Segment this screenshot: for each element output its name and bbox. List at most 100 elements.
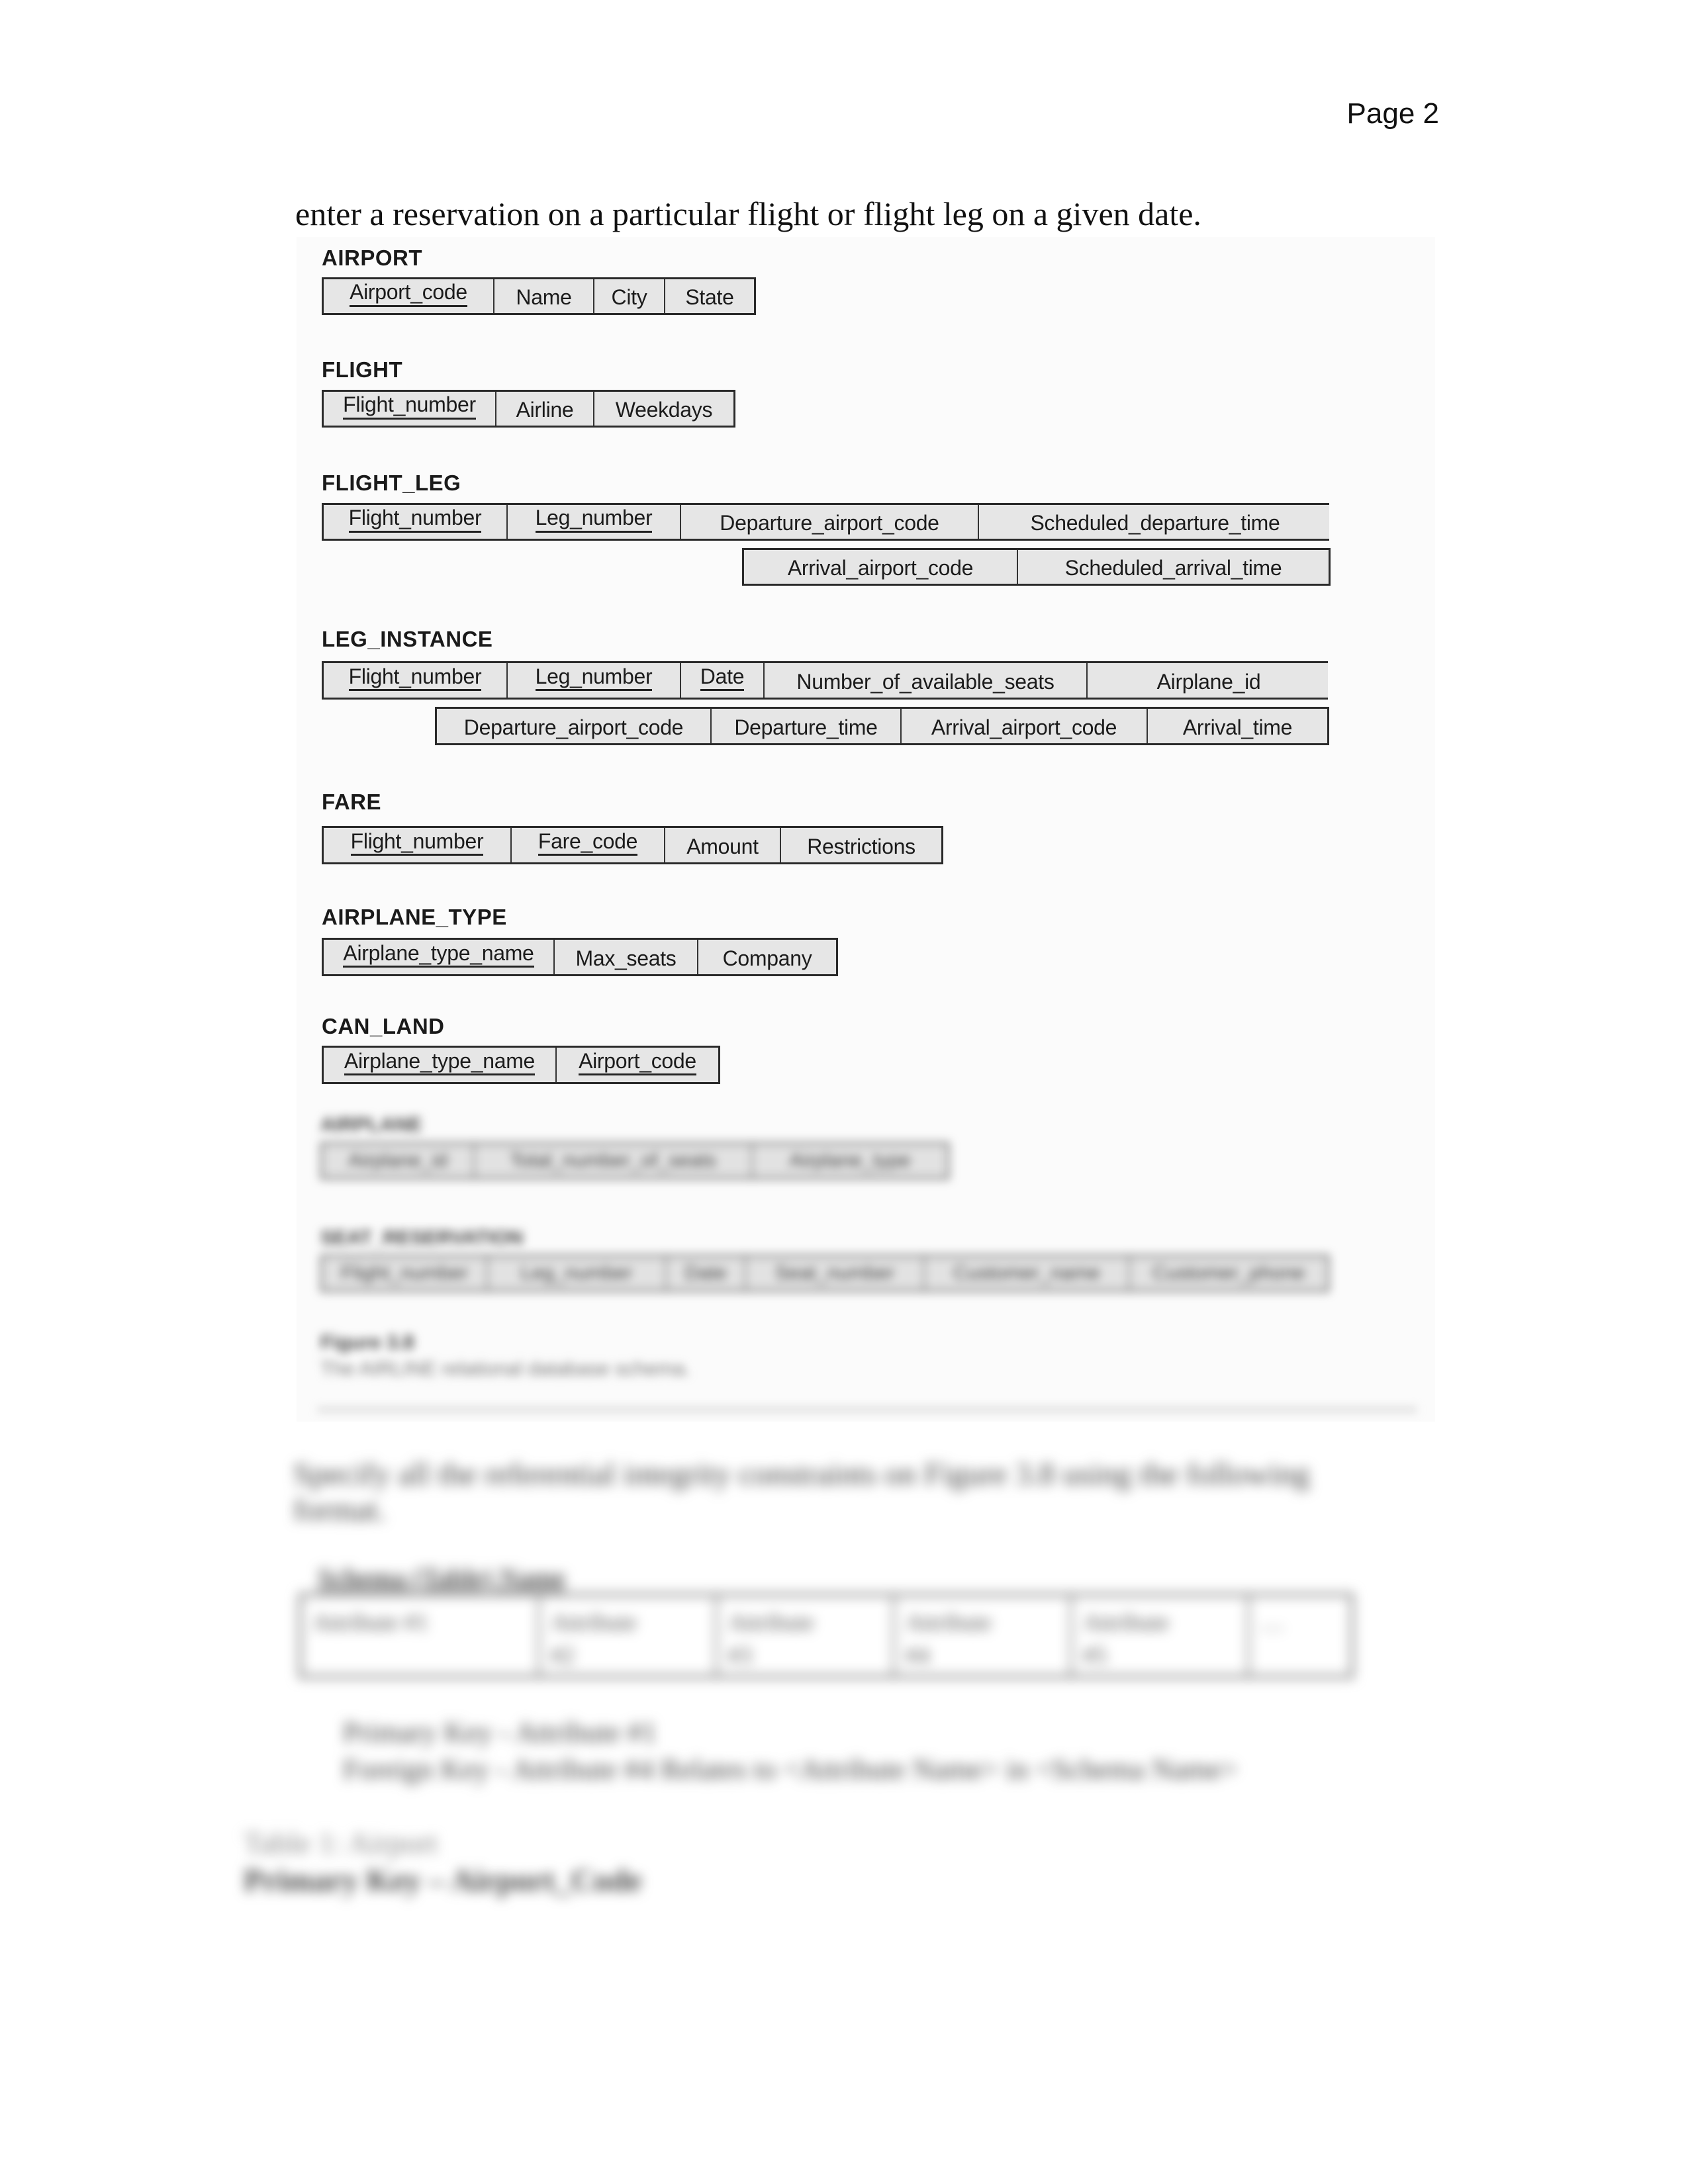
relation-name-airplane-type: AIRPLANE_TYPE xyxy=(322,905,507,929)
relation-airplane-type-row: Airplane_type_name Max_seats Company xyxy=(322,938,838,976)
attribute-label: Arrival_airport_code xyxy=(787,556,974,580)
attribute-label: Name xyxy=(516,285,572,309)
relation-name-fare: FARE xyxy=(322,790,382,814)
attribute-cell: Scheduled_departure_time xyxy=(979,505,1331,539)
primary-key-attribute: Date xyxy=(700,665,745,692)
relation-name-leg-instance: LEG_INSTANCE xyxy=(322,627,493,651)
relation-name-can-land: CAN_LAND xyxy=(322,1014,445,1038)
schema-cell-line: Attribute xyxy=(906,1609,992,1635)
relation-name-flight: FLIGHT xyxy=(322,357,403,382)
schema-heading: Schema (Table) Name xyxy=(318,1563,566,1592)
schema-cell: Attribute #4 xyxy=(895,1596,1072,1675)
page-number: Page 2 xyxy=(1346,97,1439,130)
schema-cell-line: #3 xyxy=(728,1642,752,1669)
attribute-cell: Number_of_available_seats xyxy=(765,663,1088,698)
schema-cell-line: #5 xyxy=(1083,1642,1107,1669)
attribute-label: Departure_airport_code xyxy=(463,715,684,739)
primary-key-attribute: Leg_number xyxy=(535,507,653,533)
primary-key-attribute: Flight_number xyxy=(348,507,482,533)
schema-cell-line: Attribute xyxy=(551,1609,637,1635)
schema-cell-line: … xyxy=(1260,1609,1284,1635)
attribute-label: City xyxy=(611,285,647,309)
attribute-label: Company xyxy=(722,946,812,970)
primary-key-attribute: Flight_number xyxy=(343,394,476,420)
primary-key-attribute: Leg_number xyxy=(535,665,653,692)
attribute-cell: Date xyxy=(681,663,765,698)
blurred-instructions: Specify all the referential integrity co… xyxy=(0,1430,1688,2184)
attribute-cell: Departure_time xyxy=(712,709,902,743)
attribute-label: Max_seats xyxy=(575,946,677,970)
schema-cell-line: Attribute #1 xyxy=(312,1609,428,1635)
relation-can-land-row: Airplane_type_name Airport_code xyxy=(322,1046,720,1084)
attribute-cell: Airport_code xyxy=(324,279,494,313)
attribute-label: Arrival_time xyxy=(1182,715,1293,739)
relation-fare-row: Flight_number Fare_code Amount Restricti… xyxy=(322,826,943,864)
schema-format-table: Attribute #1 Attribute #2 Attribute #3 Att… xyxy=(299,1593,1354,1678)
relation-flight-leg-row-2: Arrival_airport_code Scheduled_arrival_t… xyxy=(742,548,1331,586)
primary-key-attribute: Fare_code xyxy=(538,830,637,856)
attribute-cell: Leg_number xyxy=(508,663,681,698)
attribute-cell: Departure_airport_code xyxy=(437,709,712,743)
primary-key-attribute: Airport_code xyxy=(579,1050,696,1076)
schema-cell-line: #2 xyxy=(551,1642,575,1669)
primary-key-attribute: Airport_code xyxy=(350,281,467,307)
schema-cell-line: Attribute xyxy=(728,1609,814,1635)
relation-flight-row: Flight_number Airline Weekdays xyxy=(322,390,735,428)
primary-key-attribute: Airplane_type_name xyxy=(344,1050,535,1076)
attribute-cell: State xyxy=(665,279,754,313)
attribute-cell: Airplane_id xyxy=(1088,663,1330,698)
schema-cell: … xyxy=(1250,1596,1350,1675)
attribute-label: Scheduled_departure_time xyxy=(1030,511,1280,535)
attribute-cell: Fare_code xyxy=(512,828,665,862)
attribute-cell: Flight_number xyxy=(324,663,508,698)
attribute-cell: Flight_number xyxy=(324,505,508,539)
relation-name-airport: AIRPORT xyxy=(322,246,422,270)
primary-key-attribute: Airplane_type_name xyxy=(343,942,534,968)
attribute-cell: Flight_number xyxy=(324,392,496,426)
primary-key-attribute: Flight_number xyxy=(350,830,484,856)
attribute-label: Number_of_available_seats xyxy=(796,669,1055,694)
attribute-cell: City xyxy=(594,279,665,313)
attribute-label: Airplane_id xyxy=(1156,669,1261,694)
answer-table-title: Table 1: Airport xyxy=(244,1826,438,1860)
attribute-cell: Arrival_airport_code xyxy=(902,709,1148,743)
attribute-cell: Max_seats xyxy=(555,940,698,974)
attribute-label: Departure_airport_code xyxy=(720,511,939,535)
attribute-cell: Arrival_time xyxy=(1148,709,1327,743)
attribute-label: Restrictions xyxy=(807,834,915,858)
instruction-paragraph-line-1: Specify all the referential integrity co… xyxy=(293,1457,1310,1492)
attribute-label: Scheduled_arrival_time xyxy=(1064,556,1282,580)
relation-flight-leg-row-1: Flight_number Leg_number Departure_airpo… xyxy=(322,503,1329,541)
attribute-label: State xyxy=(685,285,734,309)
schema-cell-line: Attribute xyxy=(1083,1609,1169,1635)
attribute-cell: Name xyxy=(494,279,594,313)
intro-paragraph: enter a reservation on a particular flig… xyxy=(295,195,1201,232)
attribute-cell: Flight_number xyxy=(324,828,512,862)
foreign-key-format-line: Foreign Key - Attribute #4 Relates to <A… xyxy=(343,1753,1238,1786)
attribute-label: Weekdays xyxy=(615,398,713,422)
relation-leg-instance-row-2: Departure_airport_code Departure_time Ar… xyxy=(435,707,1329,745)
relation-airport-row: Airport_code Name City State xyxy=(322,277,756,315)
attribute-cell: Weekdays xyxy=(594,392,733,426)
attribute-label: Amount xyxy=(686,834,759,858)
attribute-cell: Airplane_type_name xyxy=(324,1048,557,1082)
attribute-label: Arrival_airport_code xyxy=(931,715,1117,739)
schema-cell-line: #4 xyxy=(906,1642,929,1669)
instruction-paragraph-line-2: format. xyxy=(293,1492,386,1527)
schema-cell: Attribute #1 xyxy=(302,1596,540,1675)
attribute-cell: Restrictions xyxy=(781,828,941,862)
attribute-cell: Airplane_type_name xyxy=(324,940,555,974)
schema-cell: Attribute #3 xyxy=(718,1596,895,1675)
attribute-cell: Company xyxy=(698,940,836,974)
primary-key-attribute: Flight_number xyxy=(348,665,482,692)
answer-primary-key: Primary Key – Airport_Code xyxy=(244,1863,642,1898)
attribute-cell: Leg_number xyxy=(508,505,681,539)
relation-leg-instance-row-1: Flight_number Leg_number Date Number_of_… xyxy=(322,661,1328,700)
attribute-label: Airline xyxy=(516,398,574,422)
schema-cell: Attribute #2 xyxy=(540,1596,718,1675)
attribute-cell: Amount xyxy=(665,828,781,862)
attribute-cell: Scheduled_arrival_time xyxy=(1018,550,1329,584)
attribute-cell: Departure_airport_code xyxy=(681,505,979,539)
attribute-label: Departure_time xyxy=(734,715,878,739)
relation-name-flight-leg: FLIGHT_LEG xyxy=(322,471,461,495)
